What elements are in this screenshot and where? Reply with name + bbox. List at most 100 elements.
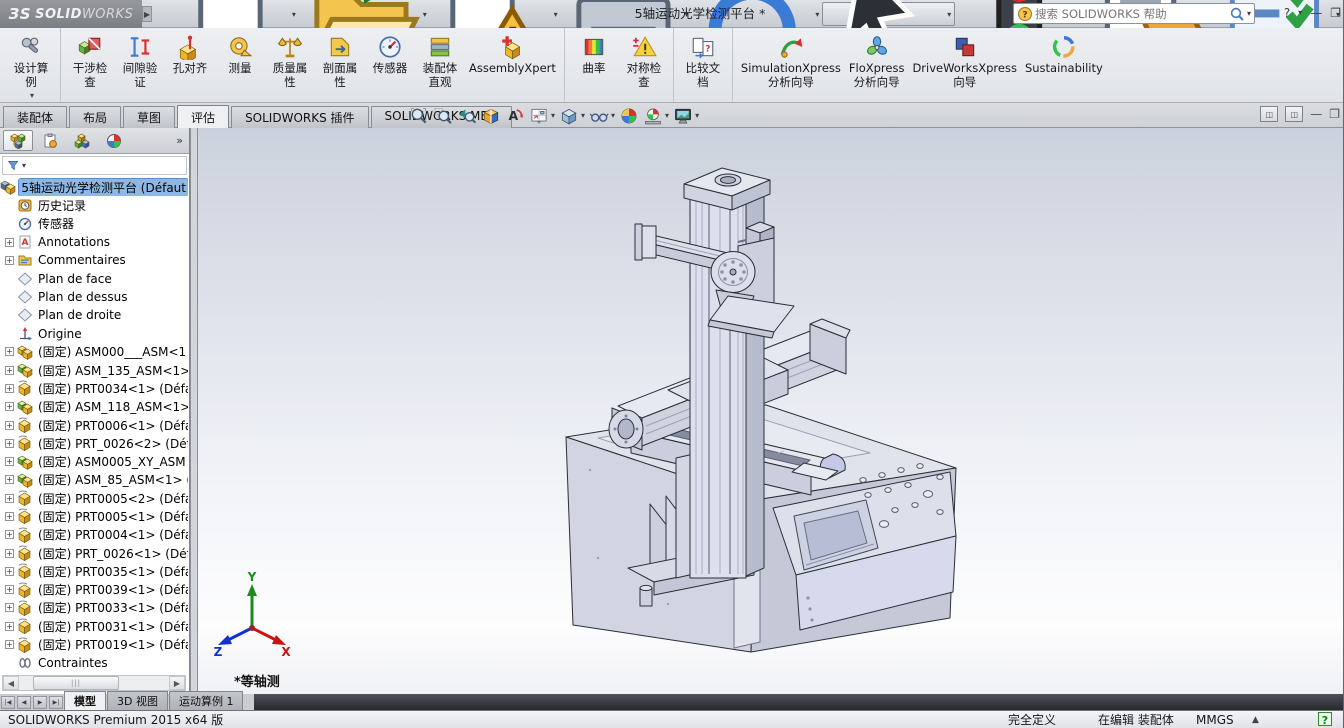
tree-item[interactable]: +(固定) PRT0004<1> (Défa: [0, 526, 188, 544]
tree-item[interactable]: Plan de dessus: [0, 288, 188, 306]
tree-item[interactable]: +(固定) PRT0039<1> (Défa: [0, 581, 188, 599]
dropdown-caret-icon[interactable]: ▾: [551, 111, 555, 120]
panel-tab-featuremanager[interactable]: [3, 130, 33, 151]
tree-item[interactable]: Plan de droite: [0, 306, 188, 324]
assemblyxpert-button[interactable]: AssemblyXpert: [465, 30, 560, 100]
expand-toggle-icon[interactable]: +: [5, 475, 14, 484]
dropdown-caret-icon[interactable]: ▾: [665, 111, 669, 120]
expand-toggle-icon[interactable]: +: [5, 238, 14, 247]
sustainability-button[interactable]: Sustainability: [1021, 30, 1107, 100]
search-box[interactable]: ? ▾: [1013, 3, 1255, 24]
restore-button[interactable]: ❐: [1330, 4, 1341, 22]
view-orientation-button[interactable]: ▾: [527, 105, 557, 127]
tree-item[interactable]: +(固定) PRT0031<1> (Défa: [0, 617, 188, 635]
tree-item[interactable]: +(固定) PRT_0026<1> (Déf: [0, 544, 188, 562]
tab-评估[interactable]: 评估: [177, 105, 229, 130]
search-input[interactable]: [1033, 6, 1229, 22]
tree-filter-bar[interactable]: ▾: [2, 156, 187, 175]
panel-tab-configurationmanager[interactable]: [67, 130, 97, 151]
section-properties-button[interactable]: 剖面属 性: [315, 30, 365, 100]
tree-item[interactable]: 历史记录: [0, 196, 188, 214]
tree-horizontal-scrollbar[interactable]: ◀ ||| ▶: [2, 675, 186, 691]
tab-SOLIDWORKS 插件[interactable]: SOLIDWORKS 插件: [231, 106, 368, 130]
tab-first-button[interactable]: |◀: [1, 696, 15, 709]
expand-toggle-icon[interactable]: +: [5, 384, 14, 393]
expand-toggle-icon[interactable]: +: [5, 530, 14, 539]
tree-item[interactable]: 传感器: [0, 215, 188, 233]
tree-item[interactable]: +AAnnotations: [0, 233, 188, 251]
dropdown-caret-icon[interactable]: ▾: [947, 10, 951, 19]
tree-item[interactable]: +(固定) PRT_0026<2> (Déf: [0, 434, 188, 452]
graphics-viewport[interactable]: Y X Z *等轴测: [198, 128, 1343, 694]
new-document-button[interactable]: ▾: [168, 2, 299, 26]
tree-item[interactable]: +(固定) PRT0005<2> (Défa: [0, 489, 188, 507]
tree-item[interactable]: +(固定) PRT0034<1> (Défa: [0, 379, 188, 397]
open-button[interactable]: ▾: [299, 2, 430, 26]
scroll-left-arrow-icon[interactable]: ◀: [3, 676, 19, 690]
doc-tab-运动算例 1[interactable]: 运动算例 1: [169, 691, 244, 710]
doc-tab-3D 视图[interactable]: 3D 视图: [107, 691, 168, 710]
expand-toggle-icon[interactable]: +: [5, 402, 14, 411]
tree-item[interactable]: +(固定) ASM0005_XY_ASM: [0, 452, 188, 470]
sensor-button[interactable]: 传感器: [365, 30, 415, 100]
expand-toggle-icon[interactable]: +: [5, 549, 14, 558]
expand-toggle-icon[interactable]: +: [5, 585, 14, 594]
zoom-fit-button[interactable]: [407, 105, 431, 127]
display-style-button[interactable]: ▾: [557, 105, 587, 127]
tree-item[interactable]: +(固定) PRT0033<1> (Défa: [0, 599, 188, 617]
panel-splitter[interactable]: [190, 128, 198, 694]
driveworksxpress-button[interactable]: DriveWorksXpress 向导: [908, 30, 1020, 100]
tab-布局[interactable]: 布局: [69, 106, 121, 130]
expand-toggle-icon[interactable]: +: [5, 421, 14, 430]
tree-item[interactable]: +(固定) PRT0005<1> (Défa: [0, 507, 188, 525]
doc-tab-模型[interactable]: 模型: [64, 691, 106, 710]
zoom-area-button[interactable]: [431, 105, 455, 127]
tab-草图[interactable]: 草图: [123, 106, 175, 130]
expand-toggle-icon[interactable]: +: [5, 567, 14, 576]
panel-tab-propertymanager[interactable]: [35, 130, 65, 151]
measure-button[interactable]: 测量: [215, 30, 265, 100]
doc-restore-button[interactable]: ❐: [1329, 107, 1340, 121]
tree-item[interactable]: 5轴运动光学检测平台 (Défaut: [0, 178, 188, 196]
dropdown-caret-icon[interactable]: ▾: [695, 111, 699, 120]
panel-tab-displaymanager[interactable]: [99, 130, 129, 151]
tab-next-button[interactable]: ▶: [33, 696, 47, 709]
expand-toggle-icon[interactable]: +: [5, 640, 14, 649]
quick-tips-icon[interactable]: ?: [1318, 712, 1332, 726]
dropdown-caret-icon[interactable]: ▾: [423, 10, 427, 19]
units-label[interactable]: MMGS: [1196, 712, 1234, 728]
tab-装配体[interactable]: 装配体: [3, 106, 67, 130]
filter-funnel-icon[interactable]: [7, 159, 20, 172]
pane-collapse-left-button[interactable]: ◫: [1260, 106, 1278, 122]
compare-documents-button[interactable]: ?比较文 档: [678, 30, 728, 100]
tree-item[interactable]: +(固定) PRT0006<1> (Défa: [0, 416, 188, 434]
scrollbar-thumb[interactable]: |||: [33, 676, 119, 690]
dropdown-caret-icon[interactable]: ▾: [611, 111, 615, 120]
tree-item[interactable]: +(固定) PRT0035<1> (Défa: [0, 562, 188, 580]
expand-toggle-icon[interactable]: +: [5, 366, 14, 375]
expand-toggle-icon[interactable]: +: [5, 439, 14, 448]
assembly-visualization-button[interactable]: 装配体 直观: [415, 30, 465, 100]
scroll-right-arrow-icon[interactable]: ▶: [169, 676, 185, 690]
tree-item[interactable]: Origine: [0, 324, 188, 342]
dropdown-caret-icon[interactable]: ▾: [292, 10, 296, 19]
units-caret-icon[interactable]: ▲: [1252, 712, 1259, 728]
dropdown-caret-icon[interactable]: ▾: [581, 111, 585, 120]
help-caret-button[interactable]: ▾: [1298, 4, 1302, 22]
tree-item[interactable]: +(固定) ASM000___ASM<1: [0, 343, 188, 361]
tree-item[interactable]: +(固定) ASM_118_ASM<1>: [0, 398, 188, 416]
dropdown-caret-icon[interactable]: ▾: [30, 89, 34, 103]
design-study-button[interactable]: 设计算 例▾: [6, 30, 56, 100]
mass-properties-button[interactable]: 质量属 性: [265, 30, 315, 100]
expand-toggle-icon[interactable]: +: [5, 457, 14, 466]
annotation-views-button[interactable]: A: [503, 105, 527, 127]
panel-tabs-overflow[interactable]: »: [176, 134, 187, 147]
tree-item[interactable]: Plan de face: [0, 269, 188, 287]
section-view-button[interactable]: [479, 105, 503, 127]
tab-last-button[interactable]: ▶|: [49, 696, 63, 709]
view-settings-button[interactable]: ▾: [671, 105, 701, 127]
minimize-button[interactable]: —: [1310, 4, 1322, 22]
tab-prev-button[interactable]: ◀: [17, 696, 31, 709]
interference-check-button[interactable]: 干涉检 查: [65, 30, 115, 100]
pane-collapse-right-button[interactable]: ◫: [1285, 106, 1303, 122]
